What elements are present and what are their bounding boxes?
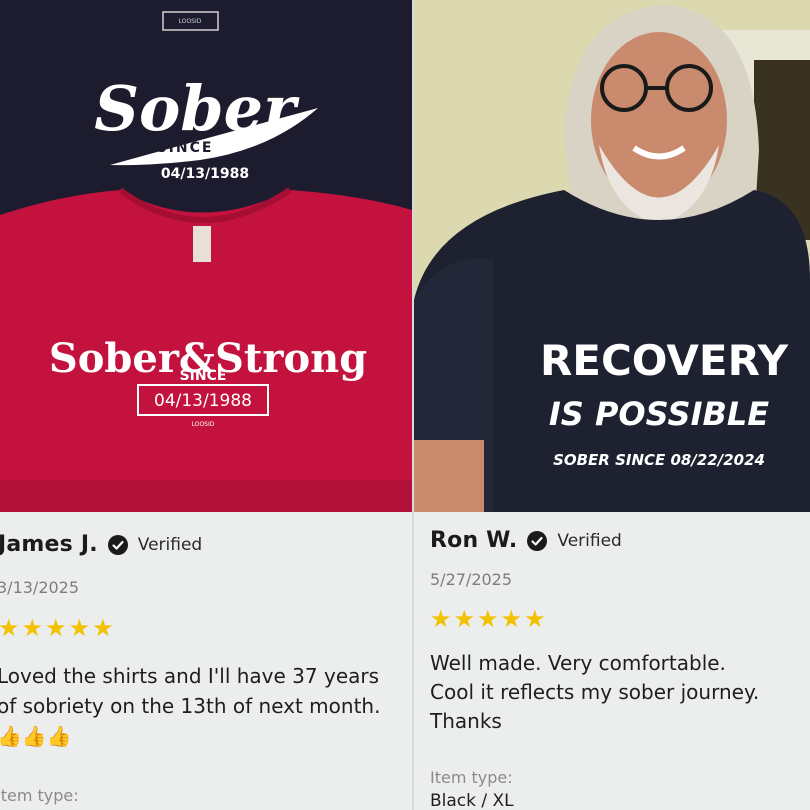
hoodie-recovery: RECOVERY	[540, 336, 789, 385]
item-type-label: Item type:	[0, 786, 79, 805]
thumbs-up-icon: 👍👍👍	[0, 724, 72, 748]
shirt-tag	[193, 226, 211, 262]
shirts-photo: LOOSID Sober SINCE LOOSID 04/13/1988 Sob…	[0, 0, 412, 512]
star-icon: ★	[68, 614, 91, 642]
star-icon: ★	[0, 614, 20, 642]
hoodie-possible: IS POSSIBLE	[549, 395, 769, 433]
review-line: Thanks	[430, 709, 502, 733]
review-photo-hoodie[interactable]: RECOVERY IS POSSIBLE SOBER SINCE 08/22/2…	[414, 0, 810, 512]
reviewer-name: James J.	[0, 532, 98, 557]
navy-shirt-since: SINCE	[157, 140, 214, 156]
neck-label-text: LOOSID	[179, 18, 202, 25]
star-icon: ★	[45, 614, 67, 642]
star-icon: ★	[92, 614, 114, 642]
item-type-label: Item type:	[430, 768, 513, 787]
star-icon: ★	[477, 605, 499, 633]
review-text: Loved the shirts and I'll have 37 years …	[0, 661, 387, 751]
reviewer-row: Ron W. Verified	[430, 528, 622, 553]
star-rating: ★ ★ ★ ★ ★	[430, 607, 546, 631]
review-date: 5/27/2025	[430, 570, 513, 589]
reviewer-row: James J. Verified	[0, 532, 202, 557]
review-text: Well made. Very comfortable. Cool it ref…	[430, 649, 805, 736]
star-icon: ★	[453, 605, 476, 633]
review-card-ron: RECOVERY IS POSSIBLE SOBER SINCE 08/22/2…	[414, 0, 810, 810]
review-photo-shirts[interactable]: LOOSID Sober SINCE LOOSID 04/13/1988 Sob…	[0, 0, 412, 512]
item-type-value: Black / XL	[430, 791, 514, 810]
navy-shirt-brand: LOOSID	[261, 127, 284, 134]
check-circle-icon	[107, 534, 128, 555]
review-card-james: LOOSID Sober SINCE LOOSID 04/13/1988 Sob…	[0, 0, 412, 810]
review-line: Cool it reflects my sober journey.	[430, 680, 760, 704]
navy-shirt-date: 04/13/1988	[161, 166, 249, 182]
verified-label: Verified	[557, 530, 622, 551]
red-shirt-brand: LOOSID	[192, 421, 215, 428]
verified-label: Verified	[137, 534, 203, 555]
hoodie-photo: RECOVERY IS POSSIBLE SOBER SINCE 08/22/2…	[414, 0, 810, 512]
review-date: 3/13/2025	[0, 578, 80, 597]
review-line: Well made. Very comfortable.	[430, 651, 726, 675]
star-icon: ★	[500, 605, 523, 633]
star-icon: ★	[430, 605, 452, 633]
red-shirt-since: SINCE	[180, 368, 227, 384]
check-circle-icon	[527, 530, 548, 551]
star-icon: ★	[21, 614, 44, 642]
review-body: Loved the shirts and I'll have 37 years …	[0, 664, 381, 718]
star-rating: ★ ★ ★ ★ ★	[0, 616, 114, 640]
reviewer-name: Ron W.	[430, 528, 518, 553]
star-icon: ★	[524, 605, 546, 633]
hoodie-sober-since: SOBER SINCE 08/22/2024	[553, 451, 765, 469]
red-shirt-date: 04/13/1988	[154, 391, 252, 411]
